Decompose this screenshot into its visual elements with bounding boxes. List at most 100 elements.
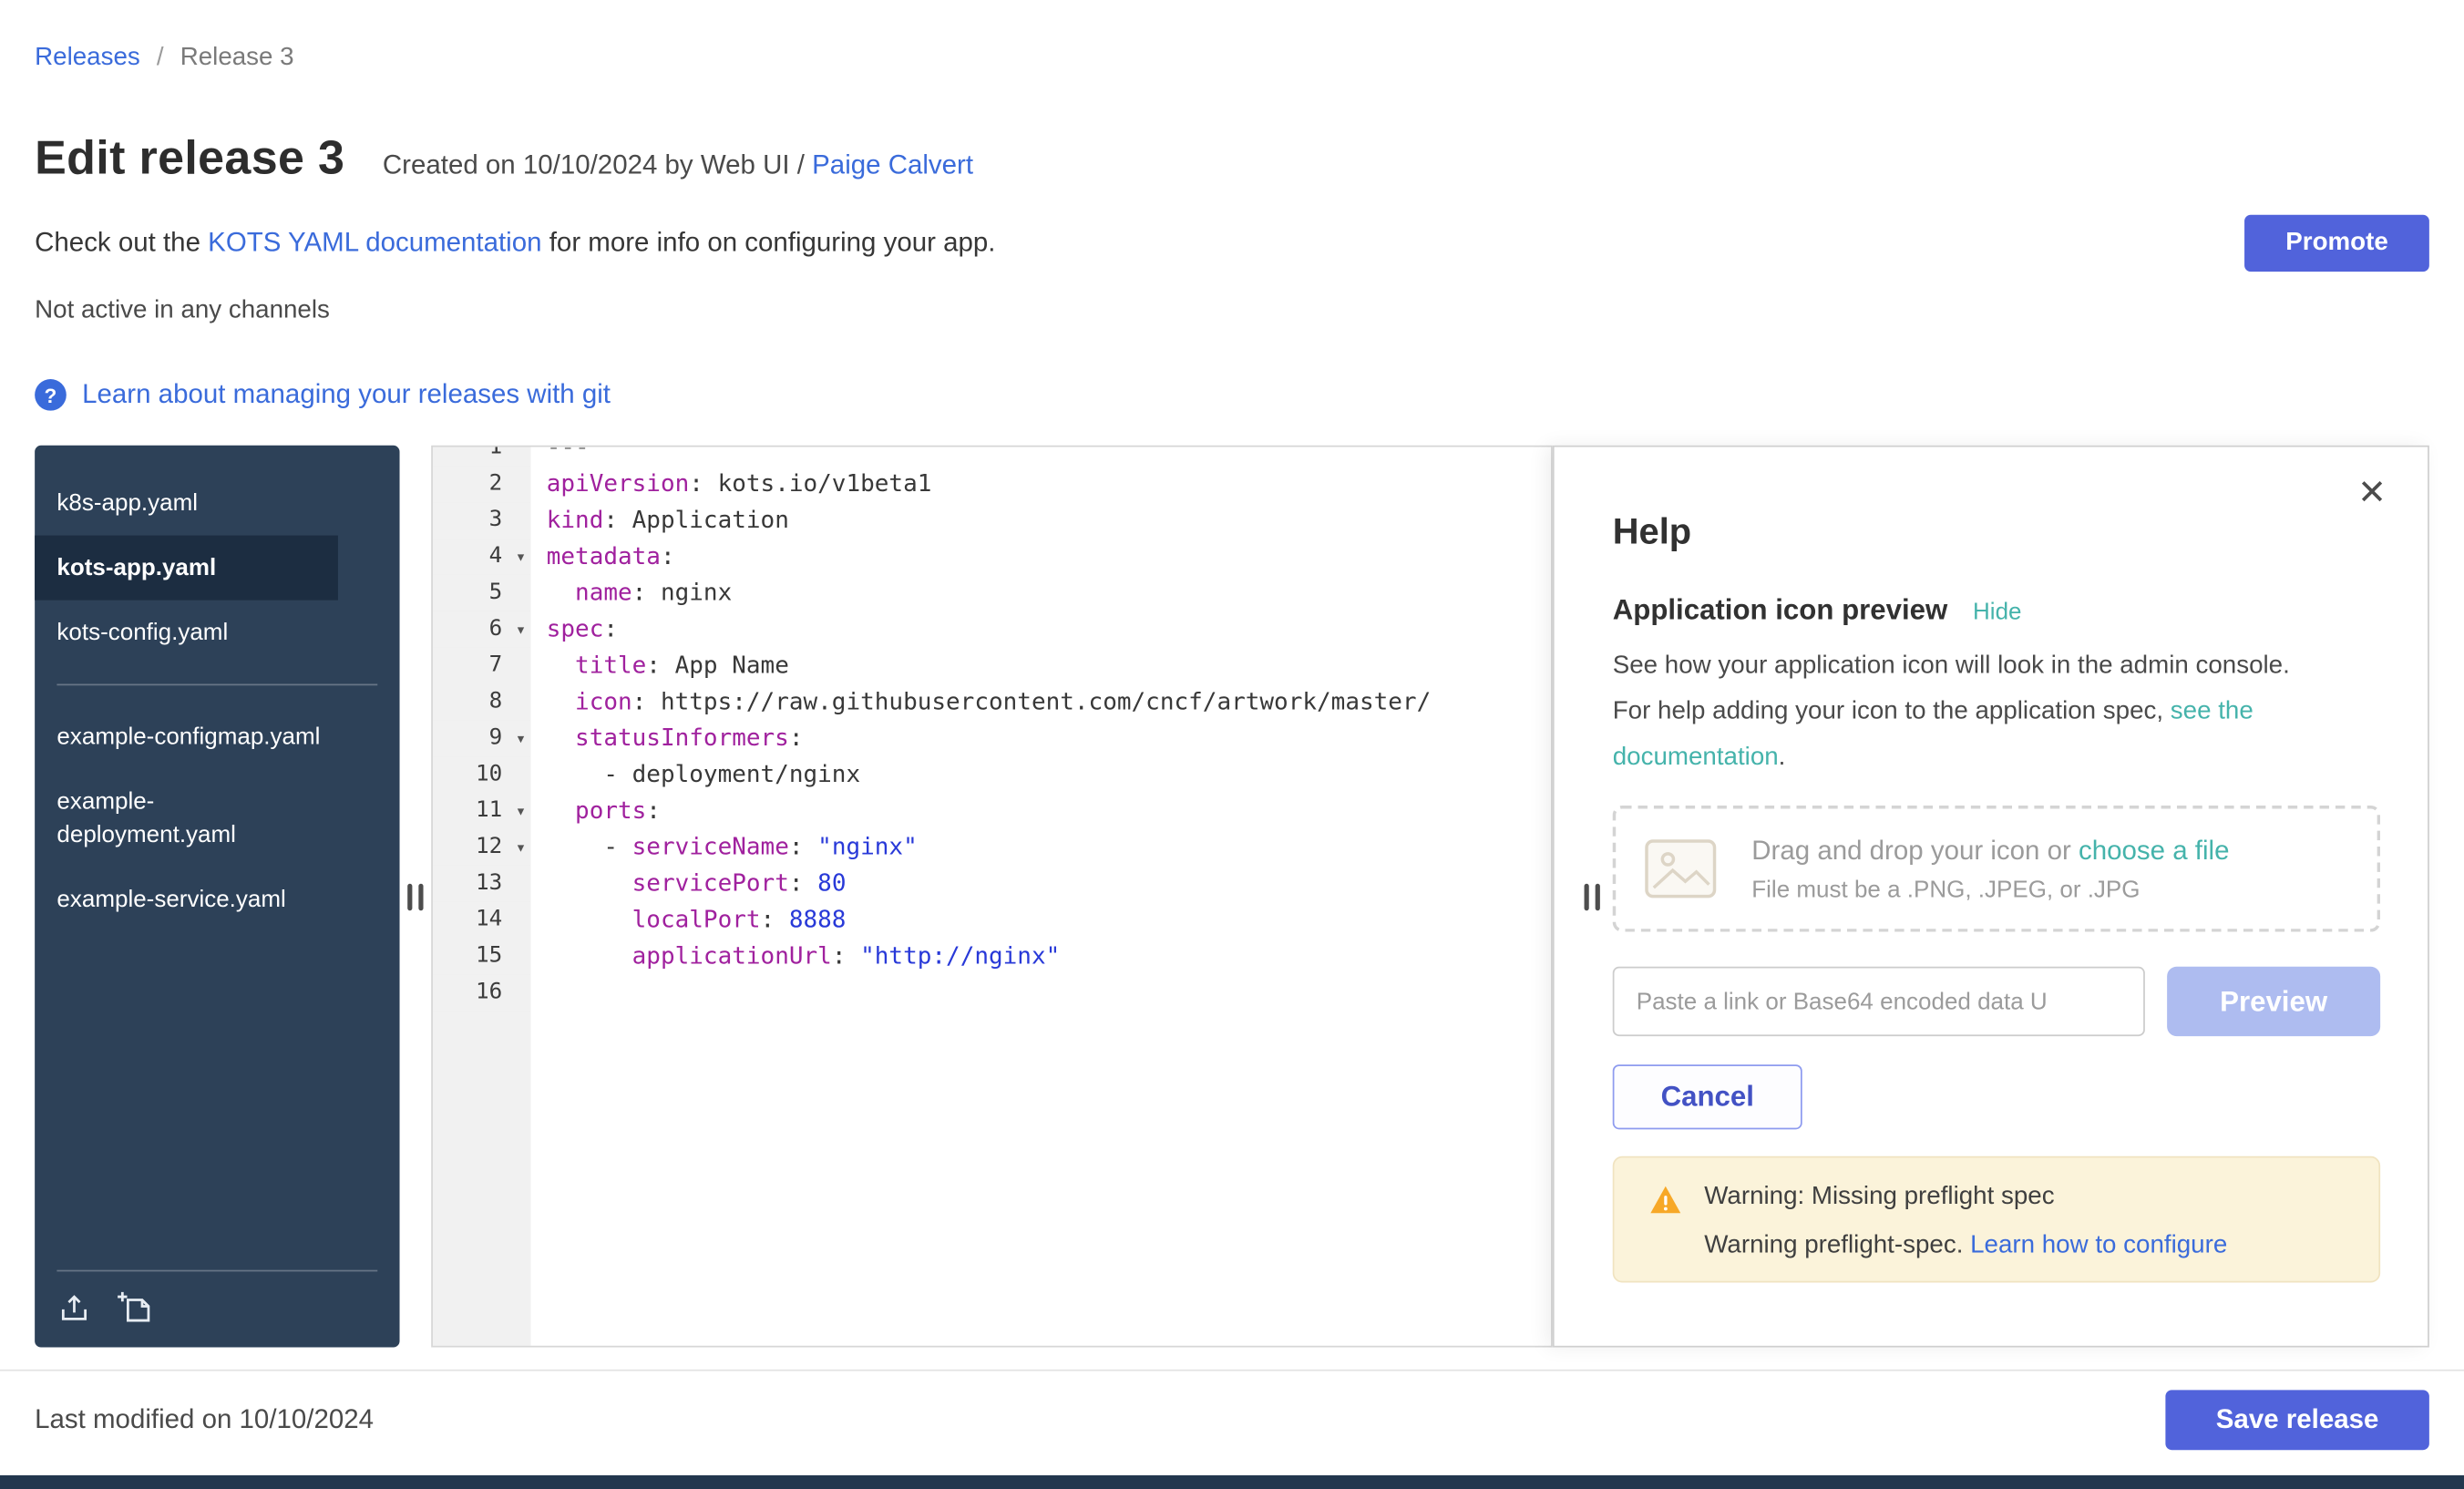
code-line: 15 applicationUrl: "http://nginx": [433, 939, 1551, 975]
docs-row: Check out the KOTS YAML documentation fo…: [35, 215, 2429, 272]
code-line: 10 - deployment/nginx: [433, 756, 1551, 793]
code-lines: 1---2apiVersion: kots.io/v1beta13kind: A…: [433, 446, 1551, 1011]
warning-line2: Warning preflight-spec. Learn how to con…: [1704, 1232, 2227, 1260]
yaml-code-editor[interactable]: 1---2apiVersion: kots.io/v1beta13kind: A…: [431, 446, 1553, 1348]
git-help-row: ? Learn about managing your releases wit…: [35, 379, 2429, 411]
code-line: 16: [433, 974, 1551, 1011]
code-line: 5 name: nginx: [433, 575, 1551, 611]
title-row: Edit release 3 Created on 10/10/2024 by …: [35, 133, 2429, 187]
last-modified-text: Last modified on 10/10/2024: [35, 1404, 374, 1436]
import-file-icon[interactable]: [56, 1290, 91, 1325]
file-tree-sidebar: k8s-app.yamlkots-app.yamlkots-config.yam…: [35, 446, 399, 1348]
fold-toggle-icon[interactable]: ▾: [516, 829, 526, 866]
kots-yaml-docs-link[interactable]: KOTS YAML documentation: [208, 228, 541, 258]
author-link[interactable]: Paige Calvert: [812, 150, 973, 180]
docs-text: Check out the KOTS YAML documentation fo…: [35, 228, 995, 260]
promote-button[interactable]: Promote: [2244, 215, 2429, 272]
line-number: 14: [433, 902, 530, 939]
fold-toggle-icon[interactable]: ▾: [516, 611, 526, 648]
line-number: 3: [433, 502, 530, 539]
git-releases-link[interactable]: Learn about managing your releases with …: [82, 379, 611, 411]
fold-toggle-icon[interactable]: ▾: [516, 793, 526, 829]
left-resize-handle[interactable]: [405, 879, 426, 912]
file-tree-item[interactable]: k8s-app.yaml: [35, 471, 338, 536]
file-tree-actions-divider: [56, 1270, 377, 1272]
icon-preview-description: See how your application icon will look …: [1613, 642, 2324, 780]
file-tree-item[interactable]: example-service.yaml: [35, 868, 338, 932]
line-number: 11▾: [433, 793, 530, 829]
icon-preview-header: Application icon preview Hide: [1613, 594, 2380, 627]
code-line: 1---: [433, 446, 1551, 467]
code-line: 4▾metadata:: [433, 539, 1551, 575]
preview-button[interactable]: Preview: [2167, 967, 2380, 1036]
line-number: 9▾: [433, 720, 530, 756]
line-number: 12▾: [433, 829, 530, 866]
code-line: 11▾ ports:: [433, 793, 1551, 829]
icon-url-input[interactable]: [1613, 967, 2145, 1036]
code-line: 12▾ - serviceName: "nginx": [433, 829, 1551, 866]
page-title: Edit release 3: [35, 133, 344, 187]
file-tree-item[interactable]: example-configmap.yaml: [35, 704, 338, 769]
line-number: 15: [433, 939, 530, 975]
file-tree-item[interactable]: kots-config.yaml: [35, 601, 338, 665]
dropzone-subtext: File must be a .PNG, .JPEG, or .JPG: [1751, 876, 2229, 902]
line-number: 4▾: [433, 539, 530, 575]
question-circle-icon: ?: [35, 379, 67, 411]
line-number: 5: [433, 575, 530, 611]
line-number: 8: [433, 684, 530, 721]
cancel-button[interactable]: Cancel: [1613, 1064, 1802, 1129]
file-tree-actions: [35, 1270, 399, 1348]
breadcrumb-releases-link[interactable]: Releases: [35, 45, 140, 71]
warning-line2-text: Warning preflight-spec.: [1704, 1232, 1963, 1258]
choose-file-link[interactable]: choose a file: [2079, 835, 2229, 865]
close-icon[interactable]: ✕: [2357, 476, 2387, 510]
line-number: 1: [433, 446, 530, 467]
code-line: 9▾ statusInformers:: [433, 720, 1551, 756]
breadcrumb-separator: /: [157, 45, 164, 71]
file-tree-item[interactable]: example-deployment.yaml: [35, 769, 338, 867]
warning-triangle-icon: [1649, 1185, 1682, 1215]
fold-toggle-icon[interactable]: ▾: [516, 720, 526, 756]
breadcrumb: Releases / Release 3: [35, 0, 2429, 73]
file-tree-item[interactable]: kots-app.yaml: [35, 536, 338, 601]
new-file-icon[interactable]: [117, 1290, 155, 1325]
channel-status: Not active in any channels: [35, 297, 2429, 325]
code-line: 7 title: App Name: [433, 648, 1551, 684]
help-title: Help: [1613, 510, 2380, 553]
code-line: 3kind: Application: [433, 502, 1551, 539]
file-list-primary: k8s-app.yamlkots-app.yamlkots-config.yam…: [35, 471, 399, 665]
save-release-button[interactable]: Save release: [2165, 1390, 2429, 1450]
file-list-secondary: example-configmap.yamlexample-deployment…: [35, 704, 399, 932]
line-number: 13: [433, 866, 530, 902]
hide-link[interactable]: Hide: [1973, 599, 2021, 625]
code-line: 14 localPort: 8888: [433, 902, 1551, 939]
release-editor-page: Releases / Release 3 Edit release 3 Crea…: [0, 0, 2464, 1489]
dropzone-main-text: Drag and drop your icon or: [1751, 835, 2071, 865]
icon-url-row: Preview: [1613, 967, 2380, 1036]
dropzone-text: Drag and drop your icon or choose a file…: [1751, 835, 2229, 903]
release-workbench: k8s-app.yamlkots-app.yamlkots-config.yam…: [35, 446, 2429, 1348]
code-line: 6▾spec:: [433, 611, 1551, 648]
line-number: 10: [433, 756, 530, 793]
line-number: 2: [433, 466, 530, 502]
fold-toggle-icon[interactable]: ▾: [516, 539, 526, 575]
created-text: Created on 10/10/2024 by Web UI /: [383, 150, 805, 180]
docs-prefix: Check out the: [35, 228, 200, 258]
line-number: 7: [433, 648, 530, 684]
file-tree-divider: [56, 684, 377, 686]
image-placeholder-icon: [1644, 838, 1717, 899]
description-period: .: [1779, 744, 1786, 770]
bottom-strip: [0, 1475, 2464, 1489]
code-line: 13 servicePort: 80: [433, 866, 1551, 902]
right-resize-handle[interactable]: [1581, 879, 1603, 912]
configure-preflight-link[interactable]: Learn how to configure: [1970, 1232, 2227, 1258]
icon-preview-title: Application icon preview: [1613, 594, 1948, 627]
code-line: 2apiVersion: kots.io/v1beta1: [433, 466, 1551, 502]
code-line: 8 icon: https://raw.githubusercontent.co…: [433, 684, 1551, 721]
footer-bar: Last modified on 10/10/2024 Save release: [35, 1371, 2429, 1451]
sidebar-editor-gap: [400, 446, 432, 1348]
icon-dropzone[interactable]: Drag and drop your icon or choose a file…: [1613, 806, 2380, 932]
breadcrumb-current: Release 3: [180, 45, 294, 71]
warning-line1: Warning: Missing preflight spec: [1704, 1183, 2227, 1211]
line-number: 6▾: [433, 611, 530, 648]
